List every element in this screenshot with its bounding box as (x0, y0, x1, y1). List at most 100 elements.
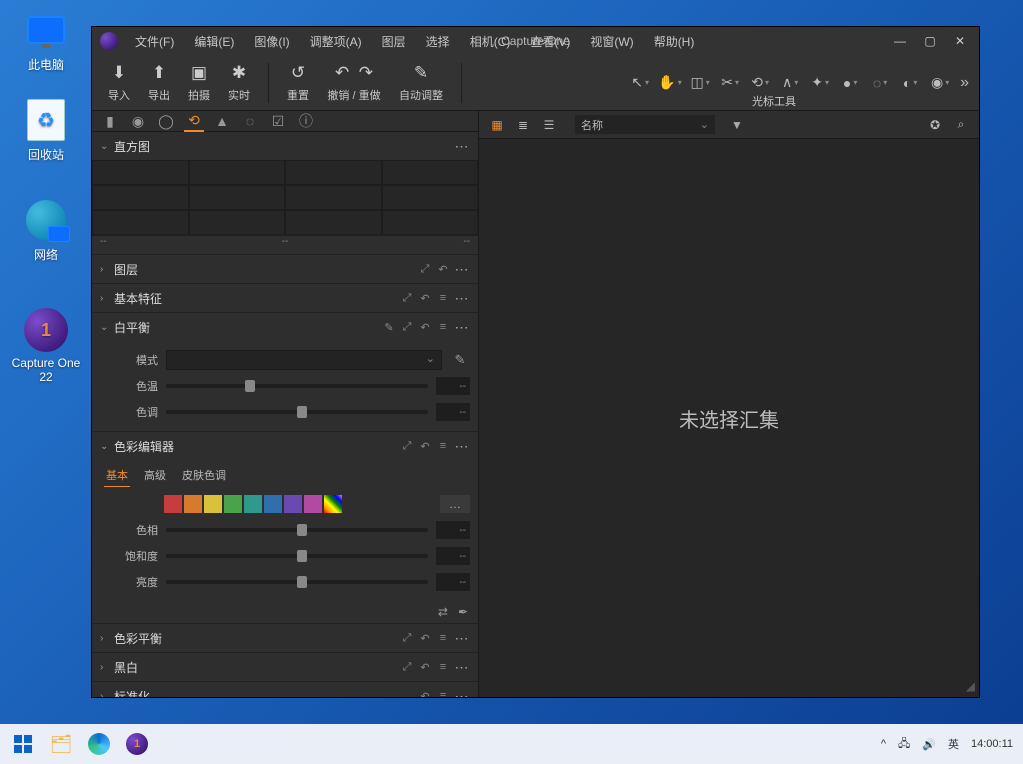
menu-layer[interactable]: 图层 (373, 30, 415, 53)
loupe-tool[interactable]: ◫▾ (688, 72, 712, 94)
swatch[interactable] (184, 495, 202, 513)
section-header[interactable]: › 基本特征 ⤢ ↶ ≡ ⋯ (92, 284, 478, 312)
menu-icon[interactable]: ⋯ (452, 438, 470, 455)
desktop-capture-one[interactable]: 1 Capture One 22 (8, 308, 84, 384)
draw-mask-tool[interactable]: ●▾ (838, 72, 862, 94)
taskbar-capture-one[interactable]: 1 (124, 731, 150, 757)
tab-capture-icon[interactable]: ◉ (128, 111, 148, 131)
menu-file[interactable]: 文件(F) (126, 30, 183, 53)
luminance-value[interactable]: -- (436, 573, 470, 591)
section-header[interactable]: › 黑白 ⤢ ↶ ≡ ⋯ (92, 653, 478, 681)
tray-overflow-icon[interactable]: ^ (881, 738, 886, 750)
ime-indicator[interactable]: 英 (948, 736, 959, 752)
menu-icon[interactable]: ⋯ (452, 290, 470, 307)
ce-tab-basic[interactable]: 基本 (104, 464, 130, 487)
swatch[interactable] (204, 495, 222, 513)
swatch[interactable] (284, 495, 302, 513)
hue-slider[interactable] (166, 528, 428, 532)
tab-details-icon[interactable]: ◌ (240, 111, 260, 131)
swatch-more-button[interactable]: … (440, 495, 470, 513)
menu-icon[interactable]: ⋯ (452, 319, 470, 336)
view-list-icon[interactable]: ≣ (513, 116, 533, 134)
gradient-tool[interactable]: ◐▾ (898, 72, 922, 94)
swatch-all[interactable] (324, 495, 342, 513)
swatch[interactable] (244, 495, 262, 513)
swatch[interactable] (304, 495, 322, 513)
edge-button[interactable] (86, 731, 112, 757)
expand-icon[interactable]: ⤢ (416, 263, 434, 276)
preset-icon[interactable]: ≡ (434, 321, 452, 333)
clock[interactable]: 14:00:11 (971, 738, 1013, 750)
expand-icon[interactable]: ⤢ (398, 632, 416, 645)
auto-adjust-button[interactable]: ✎自动调整 (391, 61, 451, 105)
expand-icon[interactable]: ⤢ (398, 321, 416, 334)
ce-tab-skin[interactable]: 皮肤色调 (180, 464, 228, 487)
luminance-slider[interactable] (166, 580, 428, 584)
keystone-tool[interactable]: ∧▾ (778, 72, 802, 94)
tint-slider[interactable] (166, 410, 428, 414)
menu-icon[interactable]: ⋯ (452, 261, 470, 278)
hue-value[interactable]: -- (436, 521, 470, 539)
temp-slider[interactable] (166, 384, 428, 388)
tab-lens-icon[interactable]: ◯ (156, 111, 176, 131)
preset-icon[interactable]: ≡ (434, 440, 452, 452)
preset-icon[interactable]: ≡ (434, 661, 452, 673)
maximize-button[interactable]: ▢ (919, 30, 941, 52)
picker-icon[interactable]: ✎ (450, 352, 470, 368)
minimize-button[interactable]: — (889, 30, 911, 52)
view-filmstrip-icon[interactable]: ☰ (539, 116, 559, 134)
capture-button[interactable]: ▣拍摄 (180, 61, 218, 105)
section-header[interactable]: › 标准化 ↶ ≡ ⋯ (92, 682, 478, 697)
section-header[interactable]: ⌄ 白平衡 ✎ ⤢ ↶ ≡ ⋯ (92, 313, 478, 341)
menu-icon[interactable]: ⋯ (452, 630, 470, 647)
section-header[interactable]: ⌄ 色彩编辑器 ⤢ ↶ ≡ ⋯ (92, 432, 478, 460)
menu-icon[interactable]: ⋯ (452, 688, 470, 698)
tab-adjustments-icon[interactable]: ☑ (268, 111, 288, 131)
export-button[interactable]: ⬆导出 (140, 61, 178, 105)
crop-tool[interactable]: ✂▾ (718, 72, 742, 94)
radial-tool[interactable]: ◉▾ (928, 72, 952, 94)
menu-icon[interactable]: ⋯ (452, 138, 470, 155)
menu-window[interactable]: 视窗(W) (581, 30, 642, 53)
menu-adjust[interactable]: 调整项(A) (301, 30, 371, 53)
reset-tool-icon[interactable]: ↶ (416, 321, 434, 334)
sort-select[interactable]: 名称 (575, 115, 715, 134)
pan-tool[interactable]: ✋▾ (658, 72, 682, 94)
menu-icon[interactable]: ⋯ (452, 659, 470, 676)
ce-tab-advanced[interactable]: 高级 (142, 464, 168, 487)
expand-icon[interactable]: ⤢ (398, 440, 416, 453)
preset-icon[interactable]: ≡ (434, 690, 452, 697)
tab-exposure-icon[interactable]: ▲ (212, 111, 232, 131)
volume-tray-icon[interactable]: 🔊 (922, 738, 936, 751)
saturation-value[interactable]: -- (436, 547, 470, 565)
saturation-slider[interactable] (166, 554, 428, 558)
erase-mask-tool[interactable]: ◌▾ (868, 72, 892, 94)
more-tools-button[interactable]: » (958, 72, 971, 94)
tab-library-icon[interactable]: ▮ (100, 111, 120, 131)
explorer-button[interactable]: 🗂 (48, 731, 74, 757)
reset-tool-icon[interactable]: ↶ (416, 440, 434, 453)
filter-icon[interactable]: ▼ (727, 118, 747, 132)
reset-tool-icon[interactable]: ↶ (416, 632, 434, 645)
resize-handle-icon[interactable]: ◢ (966, 679, 975, 693)
expand-icon[interactable]: ⤢ (398, 661, 416, 674)
start-button[interactable] (10, 731, 36, 757)
preset-icon[interactable]: ≡ (434, 292, 452, 304)
live-button[interactable]: ✱实时 (220, 61, 258, 105)
reset-tool-icon[interactable]: ↶ (434, 263, 452, 276)
view-grid-icon[interactable]: ▦ (487, 116, 507, 134)
wb-mode-select[interactable] (166, 350, 442, 370)
tint-value[interactable]: -- (436, 403, 470, 421)
desktop-network[interactable]: 网络 (8, 198, 84, 263)
close-button[interactable]: ✕ (949, 30, 971, 52)
menu-help[interactable]: 帮助(H) (645, 30, 704, 53)
swatch[interactable] (224, 495, 242, 513)
rotate-tool[interactable]: ⟲▾ (748, 72, 772, 94)
picker-icon[interactable]: ✒ (458, 605, 468, 619)
reset-tool-icon[interactable]: ↶ (416, 661, 434, 674)
preset-icon[interactable]: ≡ (434, 632, 452, 644)
tab-metadata-icon[interactable]: ⓘ (296, 111, 316, 131)
swatch[interactable] (264, 495, 282, 513)
section-header[interactable]: › 图层 ⤢ ↶ ⋯ (92, 255, 478, 283)
undo-redo-button[interactable]: ↶ ↷撤销 / 重做 (319, 61, 389, 105)
